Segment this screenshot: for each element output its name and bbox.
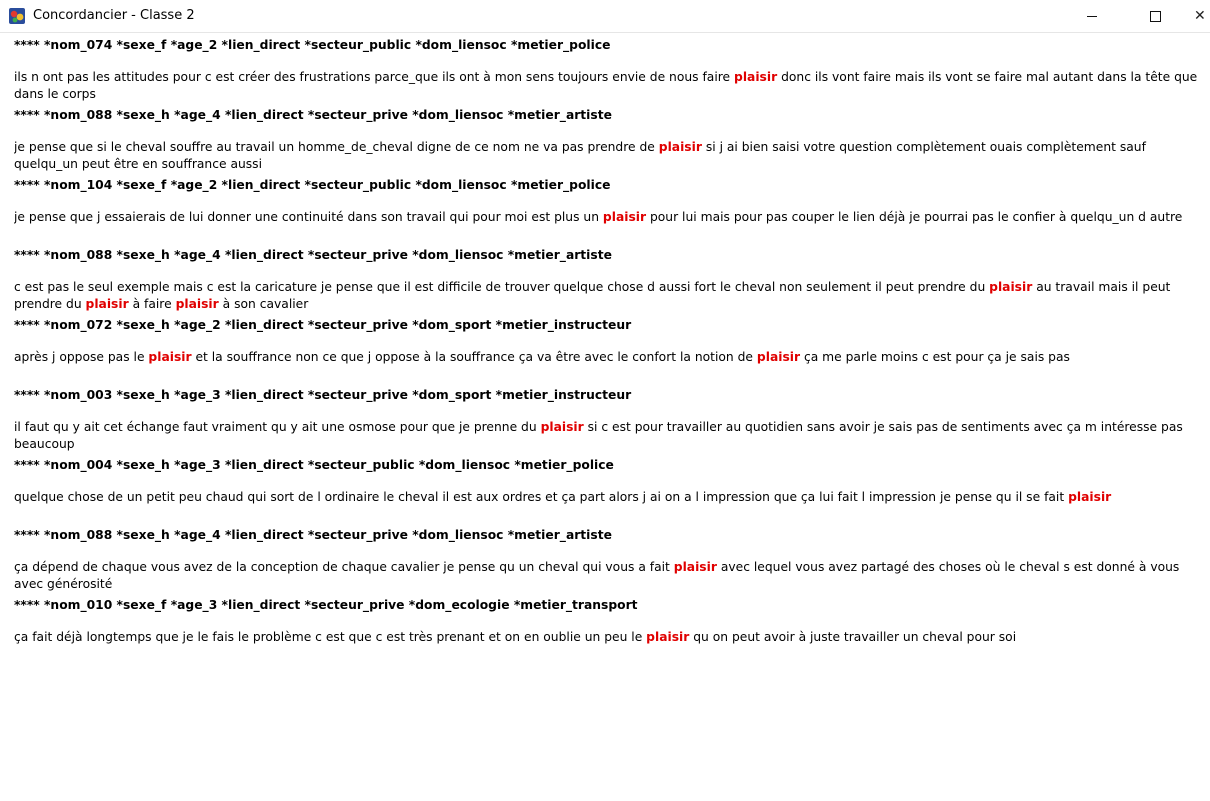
highlighted-keyword: plaisir [989,280,1033,294]
highlighted-keyword: plaisir [85,297,129,311]
entry-header: **** *nom_004 *sexe_h *age_3 *lien_direc… [14,458,614,472]
title-bar: Concordancier - Classe 2 ✕ [0,0,1210,33]
highlighted-keyword: plaisir [756,350,801,364]
app-logo-icon [9,8,25,24]
context-text: quelque chose de un petit peu chaud qui … [14,490,1069,504]
maximize-button[interactable] [1132,0,1178,32]
minimize-icon [1087,15,1097,17]
concordance-list[interactable]: **** *nom_074 *sexe_f *age_2 *lien_direc… [14,37,1210,801]
entry-header: **** *nom_072 *sexe_h *age_2 *lien_direc… [14,318,632,332]
context-text: et la souffrance non ce que j oppose à l… [191,350,757,364]
context-text: ça dépend de chaque vous avez de la conc… [14,560,674,574]
concordance-entry: **** *nom_004 *sexe_h *age_3 *lien_direc… [14,457,1210,527]
highlighted-keyword: plaisir [673,560,717,574]
maximize-icon [1149,10,1161,22]
concordance-entry: **** *nom_072 *sexe_h *age_2 *lien_direc… [14,317,1210,387]
context-text: à faire [128,297,176,311]
context-text: pour lui mais pour pas couper le lien dé… [646,210,1183,224]
highlighted-keyword: plaisir [148,350,192,364]
highlighted-keyword: plaisir [175,297,219,311]
highlighted-keyword: plaisir [602,210,647,224]
context-text: qu on peut avoir à juste travailler un c… [689,630,1017,644]
context-text: je pense que si le cheval souffre au tra… [14,140,659,154]
highlighted-keyword: plaisir [734,70,778,84]
context-text: ils n ont pas les attitudes pour c est c… [14,70,735,84]
entry-text: ils n ont pas les attitudes pour c est c… [14,69,1210,107]
minimize-button[interactable] [1069,0,1115,32]
entry-header: **** *nom_003 *sexe_h *age_3 *lien_direc… [14,388,632,402]
concordance-entry: **** *nom_074 *sexe_f *age_2 *lien_direc… [14,37,1210,107]
context-text: ça me parle moins c est pour ça je sais … [800,350,1070,364]
entry-text: après j oppose pas le plaisir et la souf… [14,349,1210,387]
context-text: après j oppose pas le [14,350,149,364]
close-button[interactable]: ✕ [1194,0,1210,32]
highlighted-keyword: plaisir [540,420,584,434]
highlighted-keyword: plaisir [1068,490,1112,504]
highlighted-keyword: plaisir [658,140,702,154]
entry-header: **** *nom_010 *sexe_f *age_3 *lien_direc… [14,598,638,612]
close-icon: ✕ [1194,8,1206,24]
concordance-entry: **** *nom_104 *sexe_f *age_2 *lien_direc… [14,177,1210,247]
entry-header: **** *nom_074 *sexe_f *age_2 *lien_direc… [14,38,611,52]
entry-text: je pense que si le cheval souffre au tra… [14,139,1210,177]
concordance-entry: **** *nom_088 *sexe_h *age_4 *lien_direc… [14,107,1210,177]
context-text: à son cavalier [218,297,309,311]
entry-header: **** *nom_088 *sexe_h *age_4 *lien_direc… [14,528,612,542]
concordance-entry: **** *nom_003 *sexe_h *age_3 *lien_direc… [14,387,1210,457]
entry-text: ça fait déjà longtemps que je le fais le… [14,629,1210,667]
context-text: il faut qu y ait cet échange faut vraime… [14,420,541,434]
entry-text: c est pas le seul exemple mais c est la … [14,279,1210,317]
highlighted-keyword: plaisir [646,630,690,644]
entry-text: ça dépend de chaque vous avez de la conc… [14,559,1210,597]
context-text: ça fait déjà longtemps que je le fais le… [14,630,647,644]
window-title: Concordancier - Classe 2 [33,8,195,23]
entry-header: **** *nom_104 *sexe_f *age_2 *lien_direc… [14,178,611,192]
entry-text: je pense que j essaierais de lui donner … [14,209,1210,247]
context-text: je pense que j essaierais de lui donner … [14,210,603,224]
concordance-entry: **** *nom_088 *sexe_h *age_4 *lien_direc… [14,247,1210,317]
context-text: c est pas le seul exemple mais c est la … [14,280,990,294]
entry-header: **** *nom_088 *sexe_h *age_4 *lien_direc… [14,108,612,122]
entry-text: il faut qu y ait cet échange faut vraime… [14,419,1210,457]
concordance-entry: **** *nom_088 *sexe_h *age_4 *lien_direc… [14,527,1210,597]
concordance-entry: **** *nom_010 *sexe_f *age_3 *lien_direc… [14,597,1210,667]
entry-text: quelque chose de un petit peu chaud qui … [14,489,1210,527]
entry-header: **** *nom_088 *sexe_h *age_4 *lien_direc… [14,248,612,262]
